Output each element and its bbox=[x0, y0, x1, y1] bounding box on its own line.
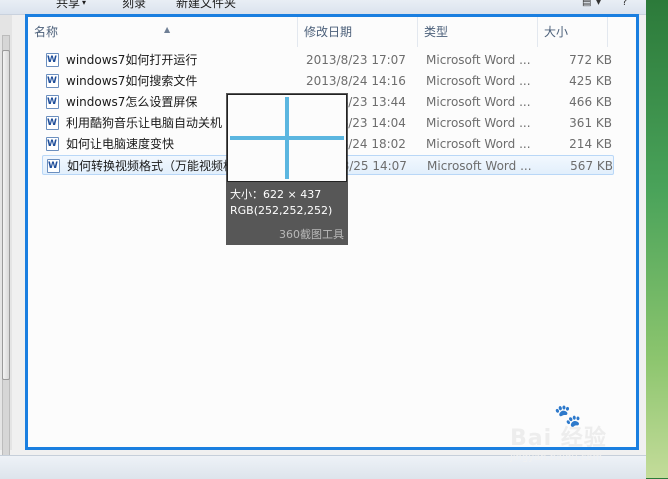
file-size: 466 KB bbox=[569, 95, 612, 109]
chevron-down-icon[interactable]: ▾ bbox=[596, 0, 601, 8]
file-size: 214 KB bbox=[569, 137, 612, 151]
view-options-icon[interactable]: ▤ bbox=[582, 0, 591, 8]
word-document-icon bbox=[46, 92, 59, 112]
file-size: 425 KB bbox=[569, 74, 612, 88]
screenshot-magnifier: 大小：622 × 437 RGB(252,252,252) 360截图工具 bbox=[226, 93, 348, 245]
nav-scrollbar-thumb[interactable] bbox=[2, 50, 10, 380]
screenshot-tool-brand: 360截图工具 bbox=[279, 228, 344, 241]
word-document-icon bbox=[46, 113, 59, 133]
file-date: 2013/8/24 14:16 bbox=[306, 74, 406, 88]
watermark-url: jingyan.baidu.com bbox=[510, 452, 603, 463]
file-type: Microsoft Word ... bbox=[426, 137, 531, 151]
crosshair-vertical bbox=[285, 97, 289, 179]
file-type: Microsoft Word ... bbox=[426, 74, 531, 88]
column-header-size[interactable]: 大小 bbox=[538, 17, 608, 47]
column-header-date[interactable]: 修改日期 bbox=[298, 17, 418, 47]
file-type: Microsoft Word ... bbox=[426, 116, 531, 130]
word-document-icon bbox=[46, 50, 59, 70]
word-document-icon bbox=[47, 156, 60, 176]
column-header-name[interactable]: 名称 ▲ bbox=[28, 17, 298, 47]
file-size: 772 KB bbox=[569, 53, 612, 67]
column-header-row: 名称 ▲ 修改日期 类型 大小 bbox=[28, 17, 636, 47]
column-header-label: 名称 bbox=[34, 25, 59, 39]
baidu-watermark: 🐾 Bai 经验 jingyan.baidu.com bbox=[504, 404, 644, 470]
chevron-down-icon: ▾ bbox=[82, 0, 87, 7]
file-date: 2013/8/23 17:07 bbox=[306, 53, 406, 67]
file-size: 567 KB bbox=[570, 159, 613, 173]
file-name: windows7如何搜索文件 bbox=[66, 74, 198, 88]
word-document-icon bbox=[46, 71, 59, 91]
column-header-type[interactable]: 类型 bbox=[418, 17, 538, 47]
column-header-label: 大小 bbox=[544, 25, 569, 39]
share-menu-button[interactable]: 共享 bbox=[56, 0, 80, 11]
watermark-brand: Bai 经验 bbox=[510, 426, 607, 451]
magnifier-view bbox=[227, 94, 347, 182]
column-header-label: 类型 bbox=[424, 25, 449, 39]
pixel-rgb-label: RGB(252,252,252) bbox=[230, 204, 333, 217]
word-document-icon bbox=[46, 134, 59, 154]
new-folder-button[interactable]: 新建文件夹 bbox=[176, 0, 236, 11]
column-header-label: 修改日期 bbox=[304, 25, 353, 39]
navigation-pane bbox=[0, 15, 12, 465]
file-type: Microsoft Word ... bbox=[427, 159, 532, 173]
help-button[interactable]: ? bbox=[622, 0, 627, 8]
file-row[interactable]: windows7如何打开运行 2013/8/23 17:07 Microsoft… bbox=[42, 50, 614, 70]
file-name: windows7如何打开运行 bbox=[66, 53, 198, 67]
selection-size-label: 大小：622 × 437 bbox=[230, 188, 322, 201]
file-type: Microsoft Word ... bbox=[426, 53, 531, 67]
burn-button[interactable]: 刻录 bbox=[122, 0, 146, 11]
file-size: 361 KB bbox=[569, 116, 612, 130]
file-row[interactable]: windows7如何搜索文件 2013/8/24 14:16 Microsoft… bbox=[42, 71, 614, 91]
toolbar: 共享 ▾ 刻录 新建文件夹 ▤ ▾ ? bbox=[0, 0, 646, 15]
sort-up-icon: ▲ bbox=[164, 25, 171, 34]
file-type: Microsoft Word ... bbox=[426, 95, 531, 109]
